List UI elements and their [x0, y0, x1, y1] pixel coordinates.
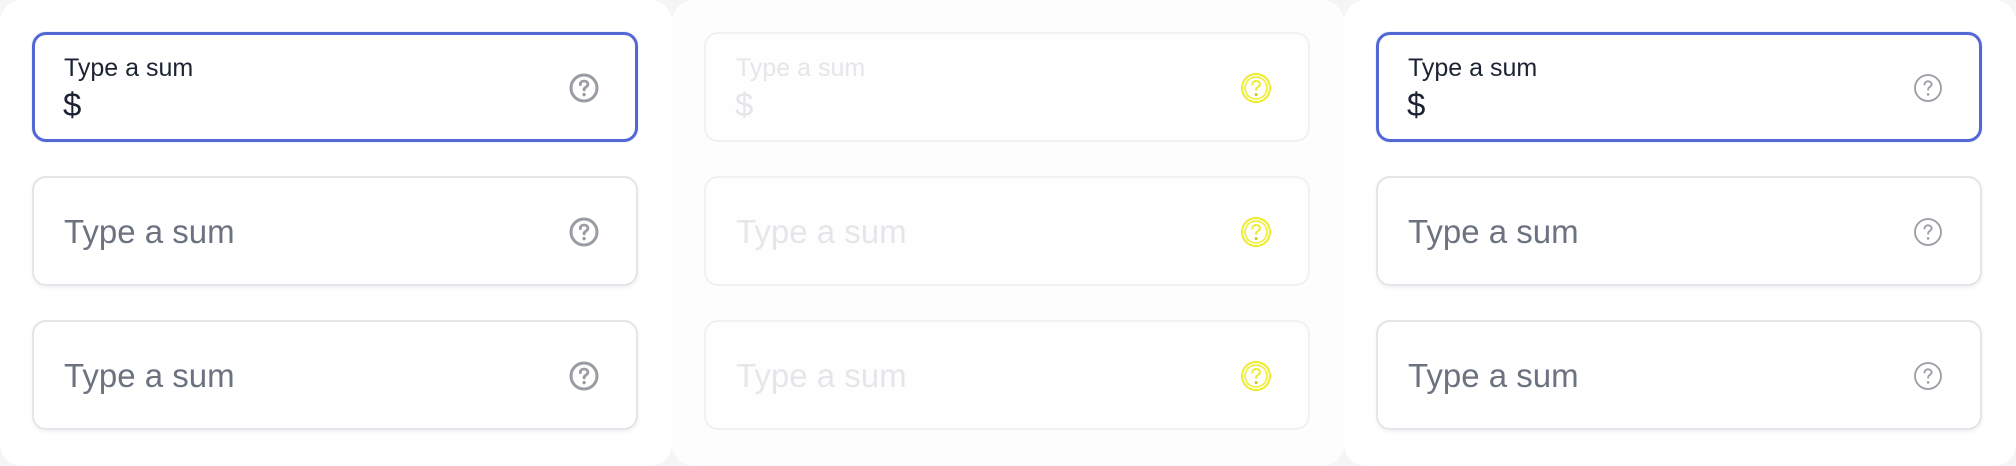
- currency-prefix: $: [735, 86, 754, 123]
- field-placeholder: Type a sum: [64, 213, 235, 250]
- currency-prefix: $: [1407, 86, 1426, 123]
- field-placeholder: Type a sum: [1408, 213, 1579, 250]
- sum-input-focused[interactable]: Type a sum $: [32, 32, 638, 142]
- field-label: Type a sum: [736, 54, 866, 82]
- help-circle-icon: [1240, 360, 1272, 392]
- sum-input-disabled: Type a sum: [704, 176, 1310, 286]
- sum-input[interactable]: Type a sum: [1376, 320, 1982, 430]
- sum-input[interactable]: Type a sum: [32, 320, 638, 430]
- field-label: Type a sum: [64, 54, 194, 82]
- help-circle-icon[interactable]: [568, 360, 600, 392]
- sum-input-disabled: Type a sum: [704, 320, 1310, 430]
- help-circle-icon: [1240, 216, 1272, 248]
- help-circle-outline-icon[interactable]: [1912, 360, 1944, 392]
- field-placeholder: Type a sum: [736, 357, 907, 394]
- sum-input[interactable]: Type a sum: [1376, 176, 1982, 286]
- field-placeholder: Type a sum: [64, 357, 235, 394]
- help-circle-icon: [1240, 72, 1272, 104]
- field-label: Type a sum: [1408, 54, 1538, 82]
- panel-outline-variant: Type a sum $ Type a sum Type a sum: [1344, 0, 2016, 466]
- help-circle-outline-icon[interactable]: [1912, 216, 1944, 248]
- sum-input-focused[interactable]: Type a sum $: [1376, 32, 1982, 142]
- help-circle-outline-icon[interactable]: [1912, 72, 1944, 104]
- field-placeholder: Type a sum: [1408, 357, 1579, 394]
- panel-default: Type a sum $ Type a sum Type a sum: [0, 0, 672, 466]
- help-circle-icon[interactable]: [568, 216, 600, 248]
- currency-prefix: $: [63, 86, 82, 123]
- panel-disabled: Type a sum $ Type a sum Type a sum: [672, 0, 1344, 466]
- field-placeholder: Type a sum: [736, 213, 907, 250]
- help-circle-icon[interactable]: [568, 72, 600, 104]
- sum-input[interactable]: Type a sum: [32, 176, 638, 286]
- sum-input-disabled: Type a sum $: [704, 32, 1310, 142]
